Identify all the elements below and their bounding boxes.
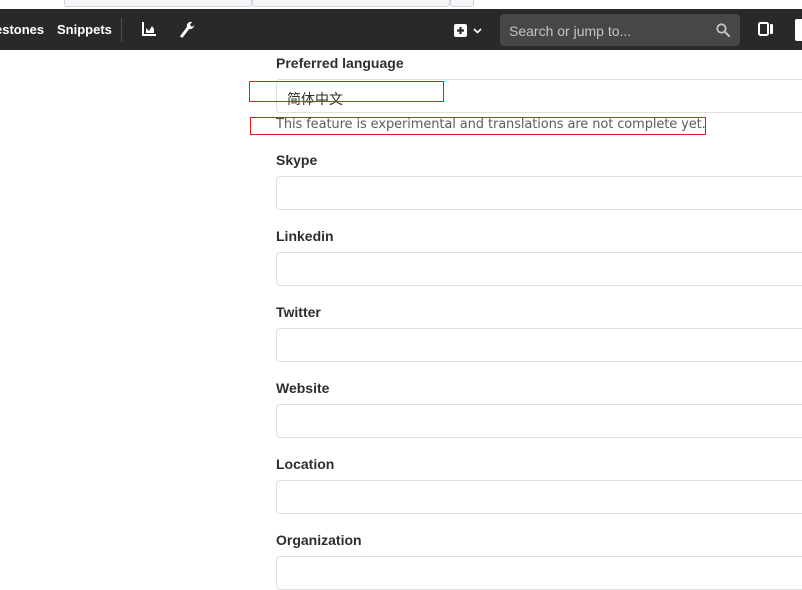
nav-divider bbox=[121, 18, 122, 42]
preferred-language-value: 简体中文 bbox=[287, 92, 343, 108]
nav-link-snippets[interactable]: Snippets bbox=[57, 22, 112, 37]
nav-link-milestones[interactable]: estones bbox=[0, 22, 44, 37]
preferred-language-select[interactable]: 简体中文 bbox=[276, 79, 802, 113]
top-navbar: estones Snippets bbox=[0, 9, 802, 50]
chart-icon[interactable] bbox=[140, 20, 160, 40]
organization-input[interactable] bbox=[276, 556, 802, 590]
twitter-label: Twitter bbox=[276, 304, 321, 320]
location-input[interactable] bbox=[276, 480, 802, 514]
wrench-icon[interactable] bbox=[178, 20, 198, 40]
linkedin-label: Linkedin bbox=[276, 228, 334, 244]
location-label: Location bbox=[276, 456, 335, 472]
search-icon[interactable] bbox=[716, 23, 730, 37]
sidebar-panel-icon[interactable] bbox=[757, 20, 777, 40]
website-input[interactable] bbox=[276, 404, 802, 438]
website-label: Website bbox=[276, 380, 330, 396]
nav-user-menu-edge[interactable] bbox=[795, 19, 802, 41]
search-box[interactable] bbox=[500, 14, 740, 46]
browser-tab-strip bbox=[0, 0, 802, 9]
chevron-down-icon bbox=[473, 28, 482, 34]
search-input[interactable] bbox=[509, 22, 709, 40]
skype-label: Skype bbox=[276, 152, 318, 168]
preferred-language-label: Preferred language bbox=[276, 55, 404, 71]
new-dropdown[interactable] bbox=[452, 20, 486, 40]
skype-input[interactable] bbox=[276, 176, 802, 210]
browser-tab[interactable] bbox=[64, 0, 252, 7]
language-help-text: This feature is experimental and transla… bbox=[276, 117, 706, 132]
browser-new-tab[interactable] bbox=[450, 0, 474, 7]
organization-label: Organization bbox=[276, 532, 362, 548]
linkedin-input[interactable] bbox=[276, 252, 802, 286]
twitter-input[interactable] bbox=[276, 328, 802, 362]
browser-tab[interactable] bbox=[252, 0, 450, 7]
